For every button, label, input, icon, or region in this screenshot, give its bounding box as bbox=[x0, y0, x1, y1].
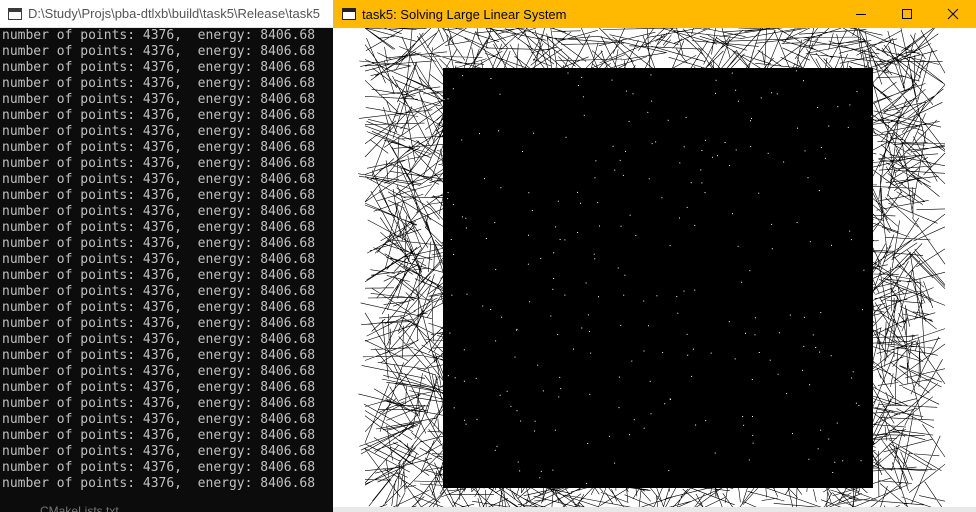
render-canvas[interactable] bbox=[333, 28, 976, 512]
minimize-icon bbox=[856, 14, 866, 15]
console-line: number of points: 4376, energy: 8406.68 bbox=[2, 380, 316, 395]
maximize-button[interactable] bbox=[884, 0, 930, 28]
console-line: number of points: 4376, energy: 8406.68 bbox=[2, 412, 316, 427]
console-line: number of points: 4376, energy: 8406.68 bbox=[2, 156, 316, 171]
console-line: number of points: 4376, energy: 8406.68 bbox=[2, 28, 316, 43]
app-titlebar[interactable]: task5: Solving Large Linear System bbox=[333, 0, 976, 28]
console-line: number of points: 4376, energy: 8406.68 bbox=[2, 268, 316, 283]
app-title: task5: Solving Large Linear System bbox=[362, 6, 567, 22]
console-line: number of points: 4376, energy: 8406.68 bbox=[2, 444, 316, 459]
background-file-label: CMakeLists.txt bbox=[40, 504, 119, 512]
console-line: number of points: 4376, energy: 8406.68 bbox=[2, 428, 316, 443]
console-app-icon bbox=[8, 7, 22, 20]
console-line: number of points: 4376, energy: 8406.68 bbox=[2, 316, 316, 331]
console-line: number of points: 4376, energy: 8406.68 bbox=[2, 92, 316, 107]
app-window[interactable]: task5: Solving Large Linear System bbox=[333, 0, 976, 512]
console-line: number of points: 4376, energy: 8406.68 bbox=[2, 188, 316, 203]
console-line: number of points: 4376, energy: 8406.68 bbox=[2, 332, 316, 347]
console-line: number of points: 4376, energy: 8406.68 bbox=[2, 284, 316, 299]
console-line: number of points: 4376, energy: 8406.68 bbox=[2, 460, 316, 475]
taskbar-strip bbox=[333, 507, 976, 512]
console-line: number of points: 4376, energy: 8406.68 bbox=[2, 364, 316, 379]
console-titlebar[interactable]: D:\Study\Projs\pba-dtlxb\build\task5\Rel… bbox=[0, 0, 333, 28]
console-window[interactable]: D:\Study\Projs\pba-dtlxb\build\task5\Rel… bbox=[0, 0, 333, 512]
app-window-icon bbox=[342, 8, 356, 20]
console-line: number of points: 4376, energy: 8406.68 bbox=[2, 172, 316, 187]
console-line: number of points: 4376, energy: 8406.68 bbox=[2, 396, 316, 411]
close-icon bbox=[947, 8, 959, 20]
background-window-peek: CMakeLists.txt bbox=[0, 496, 333, 512]
console-line: number of points: 4376, energy: 8406.68 bbox=[2, 220, 316, 235]
console-line: number of points: 4376, energy: 8406.68 bbox=[2, 60, 316, 75]
console-title: D:\Study\Projs\pba-dtlxb\build\task5\Rel… bbox=[28, 6, 320, 21]
console-line: number of points: 4376, energy: 8406.68 bbox=[2, 476, 316, 491]
console-line: number of points: 4376, energy: 8406.68 bbox=[2, 252, 316, 267]
console-line: number of points: 4376, energy: 8406.68 bbox=[2, 44, 316, 59]
console-line: number of points: 4376, energy: 8406.68 bbox=[2, 108, 316, 123]
close-button[interactable] bbox=[930, 0, 976, 28]
console-line: number of points: 4376, energy: 8406.68 bbox=[2, 300, 316, 315]
mesh-drawing bbox=[358, 28, 946, 512]
console-line: number of points: 4376, energy: 8406.68 bbox=[2, 124, 316, 139]
minimize-button[interactable] bbox=[838, 0, 884, 28]
console-line: number of points: 4376, energy: 8406.68 bbox=[2, 204, 316, 219]
console-line: number of points: 4376, energy: 8406.68 bbox=[2, 76, 316, 91]
console-line: number of points: 4376, energy: 8406.68 bbox=[2, 348, 316, 363]
console-output[interactable]: number of points: 4376, energy: 8406.68 n… bbox=[0, 28, 333, 496]
console-line: number of points: 4376, energy: 8406.68 bbox=[2, 236, 316, 251]
console-line: number of points: 4376, energy: 8406.68 bbox=[2, 140, 316, 155]
maximize-icon bbox=[902, 9, 912, 19]
